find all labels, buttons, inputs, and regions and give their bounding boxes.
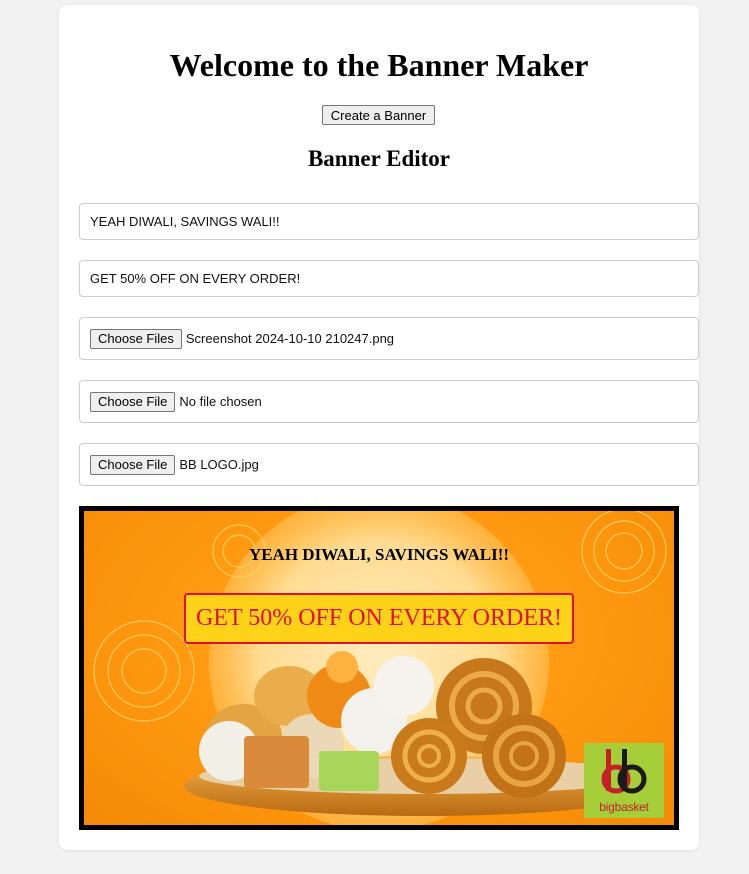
choose-image-file-button[interactable]: Choose File — [90, 391, 176, 412]
choose-background-files-button[interactable]: Choose Files — [90, 328, 182, 349]
page-title: Welcome to the Banner Maker — [169, 47, 589, 83]
bigbasket-logo-text: bigbasket — [599, 800, 649, 814]
logo-file-input: Choose File BB LOGO.jpg — [79, 443, 699, 486]
banner-editor-title: Banner Editor — [307, 146, 451, 171]
create-banner-button[interactable]: Create a Banner — [322, 105, 435, 125]
heading-text-input[interactable]: YEAH DIWALI, SAVINGS WALI!! — [79, 203, 699, 240]
image-file-name: No file chosen — [179, 394, 262, 409]
banner-preview: YEAH DIWALI, SAVINGS WALI!! GET 50% OFF … — [79, 506, 679, 830]
image-file-input: Choose File No file chosen — [79, 380, 699, 423]
banner-maker-card: Welcome to the Banner Maker Create a Ban… — [59, 5, 699, 850]
banner-offer: GET 50% OFF ON EVERY ORDER! — [184, 593, 574, 644]
logo-file-name: BB LOGO.jpg — [179, 457, 259, 472]
choose-logo-file-button[interactable]: Choose File — [90, 454, 176, 475]
offer-text-input[interactable]: GET 50% OFF ON EVERY ORDER! — [79, 260, 699, 297]
background-file-name: Screenshot 2024-10-10 210247.png — [185, 331, 395, 346]
background-file-input: Choose Files Screenshot 2024-10-10 21024… — [79, 317, 699, 360]
banner-heading: YEAH DIWALI, SAVINGS WALI!! — [248, 545, 510, 564]
bigbasket-logo: bigbasket — [584, 743, 664, 818]
